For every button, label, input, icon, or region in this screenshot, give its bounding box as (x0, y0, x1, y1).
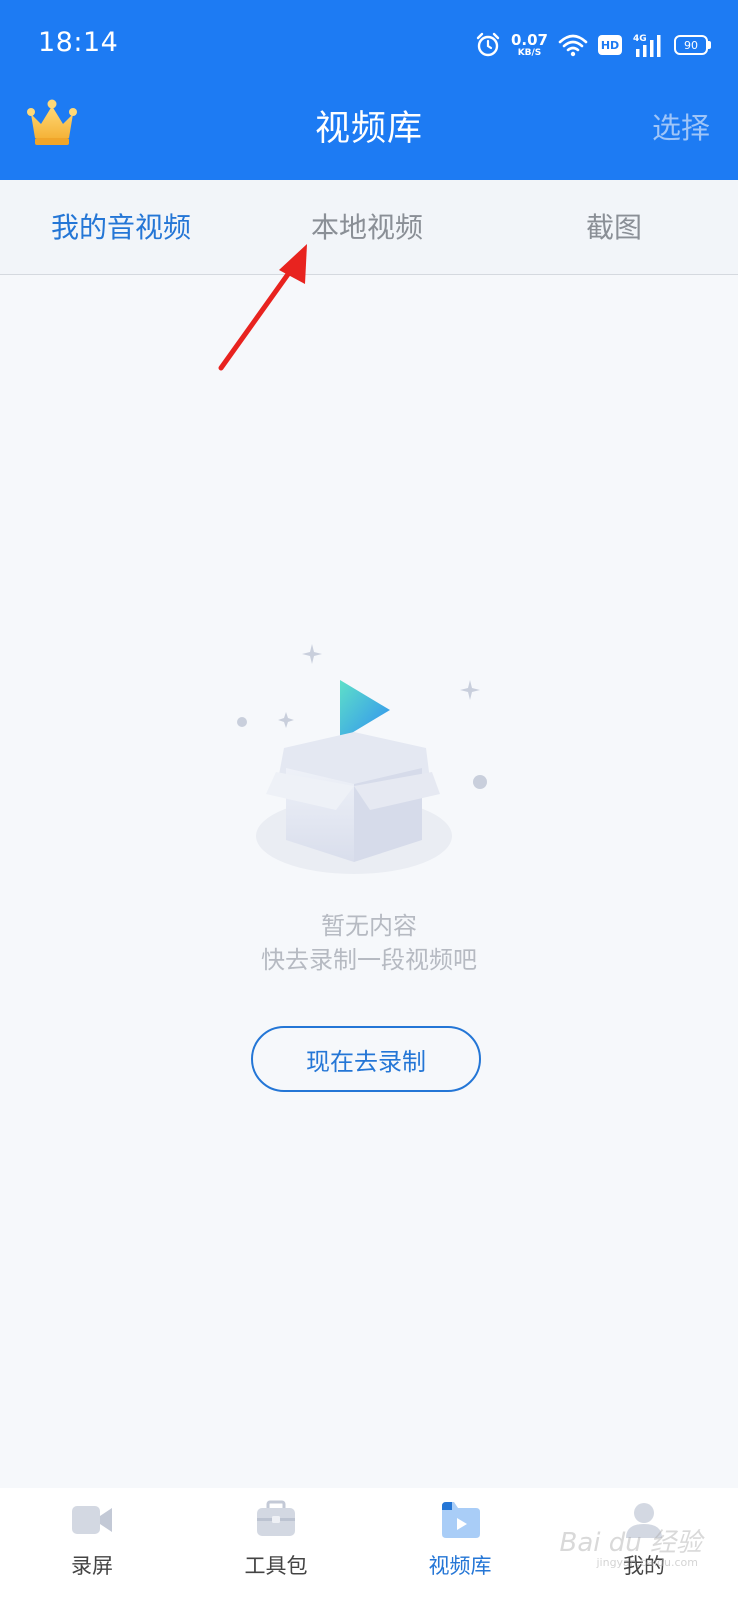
nav-label-toolbox: 工具包 (244, 1554, 308, 1578)
record-now-button[interactable]: 现在去录制 (251, 1026, 481, 1092)
annotation-arrow-icon (218, 244, 307, 371)
video-folder-icon (442, 1502, 480, 1538)
nav-label-record: 录屏 (71, 1554, 113, 1578)
video-camera-icon (72, 1506, 112, 1534)
battery-indicator: 90 (674, 35, 711, 55)
wifi-icon (558, 34, 588, 57)
status-bar: 18:14 0.07 KB/S HD 4G 90 (0, 0, 738, 90)
nav-item-video-library[interactable]: 视频库 (368, 1488, 552, 1600)
alarm-icon (476, 32, 500, 57)
nav-item-toolbox[interactable]: 工具包 (184, 1488, 368, 1600)
hd-badge: HD (598, 35, 622, 55)
status-time: 18:14 (38, 27, 119, 58)
title-bar: 视频库 选择 (0, 90, 738, 180)
nav-label-video-library: 视频库 (428, 1554, 492, 1578)
tab-local-videos[interactable]: 本地视频 (311, 206, 423, 246)
tab-my-media[interactable]: 我的音视频 (51, 206, 191, 246)
nav-item-record[interactable]: 录屏 (0, 1488, 184, 1600)
select-button[interactable]: 选择 (652, 105, 710, 147)
empty-state-subtitle: 快去录制一段视频吧 (261, 946, 477, 974)
app-header: 18:14 0.07 KB/S HD 4G 90 视频库 选择 (0, 0, 738, 180)
signal-label: 4G (633, 34, 647, 44)
tab-screenshots[interactable]: 截图 (586, 206, 642, 246)
network-speed: 0.07 KB/S (510, 30, 548, 58)
page-title: 视频库 (314, 109, 423, 149)
status-icons: 0.07 KB/S HD 4G 90 (475, 28, 711, 62)
signal-icon: 4G (633, 34, 661, 57)
empty-box-illustration (237, 644, 487, 874)
network-speed-value: 0.07 (510, 30, 548, 49)
tab-bar: 我的音视频 本地视频 截图 (0, 180, 738, 275)
network-speed-unit: KB/S (517, 47, 542, 58)
watermark-subtext: jingyan.baidu.com (596, 1556, 698, 1569)
toolbox-icon (257, 1500, 295, 1536)
watermark-text: Bai du 经验 (559, 1528, 702, 1558)
empty-state-title: 暂无内容 (321, 912, 417, 940)
